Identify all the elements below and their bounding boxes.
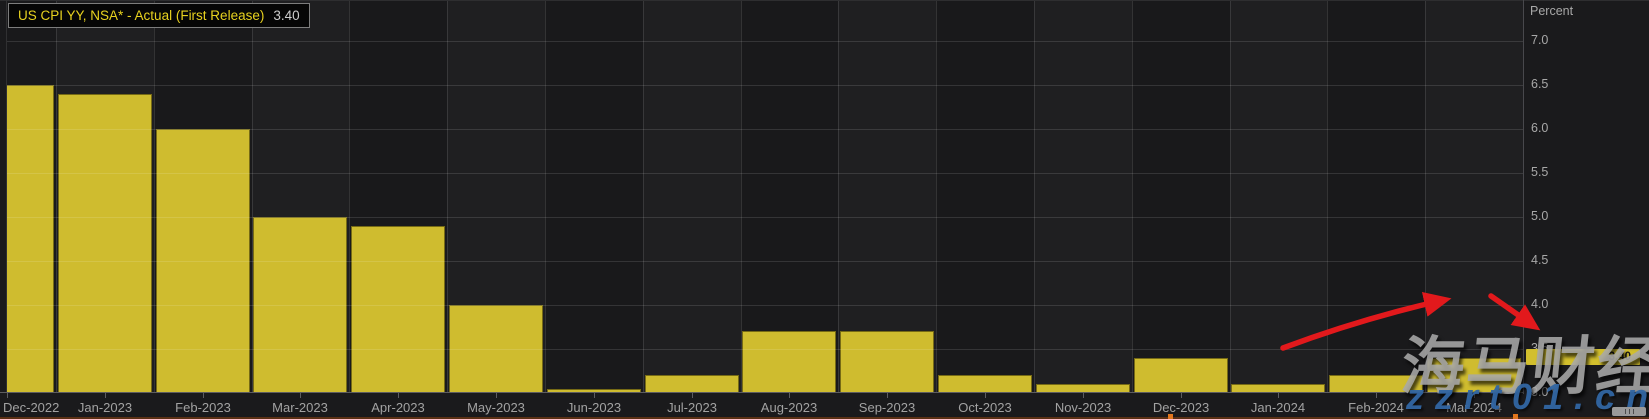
x-tick [496, 393, 497, 398]
x-label-Oct-2023: Oct-2023 [958, 400, 1011, 415]
plot-area [7, 0, 1523, 393]
bar-Apr-2023[interactable] [351, 226, 445, 393]
x-tick [1083, 393, 1084, 398]
x-label-Jul-2023: Jul-2023 [667, 400, 717, 415]
horizontal-gridline [7, 129, 1523, 130]
vertical-gridline [936, 0, 937, 393]
vertical-gridline [56, 0, 57, 393]
horizontal-gridline [7, 261, 1523, 262]
y-label-5.5: 5.5 [1531, 164, 1548, 180]
bottom-orange-tick [1168, 414, 1173, 419]
x-tick [594, 393, 595, 398]
vertical-gridline [154, 0, 155, 393]
x-label-Sep-2023: Sep-2023 [859, 400, 915, 415]
horizontal-gridline [7, 85, 1523, 86]
x-tick [887, 393, 888, 398]
vertical-gridline [1132, 0, 1133, 393]
vertical-gridline [741, 0, 742, 393]
vertical-gridline [545, 0, 546, 393]
horizontal-gridline [7, 217, 1523, 218]
bar-Sep-2023[interactable] [840, 331, 934, 393]
vertical-gridline [349, 0, 350, 393]
y-axis-unit-label: Percent [1530, 4, 1573, 18]
horizontal-gridline [7, 173, 1523, 174]
vertical-gridline [838, 0, 839, 393]
vertical-gridline [1230, 0, 1231, 393]
series-latest-value: 3.40 [273, 8, 299, 23]
scrollbar-handle[interactable] [1612, 407, 1646, 416]
x-tick [985, 393, 986, 398]
x-tick [789, 393, 790, 398]
plot-column-shade [643, 0, 741, 393]
y-label-4.5: 4.5 [1531, 252, 1548, 268]
plot-column-shade [1034, 0, 1132, 393]
x-tick [7, 393, 8, 398]
horizontal-gridline [7, 349, 1523, 350]
x-tick [1181, 393, 1182, 398]
horizontal-gridline [7, 305, 1523, 306]
vertical-gridline [1327, 0, 1328, 393]
x-label-Dec-2023: Dec-2023 [1153, 400, 1209, 415]
bar-Jul-2023[interactable] [645, 375, 739, 393]
x-tick [1278, 393, 1279, 398]
y-label-5.0: 5.0 [1531, 208, 1548, 224]
y-label-4.0: 4.0 [1531, 296, 1548, 312]
cpi-bar-chart: Percent US CPI YY, NSA* - Actual (First … [0, 0, 1649, 419]
vertical-gridline [643, 0, 644, 393]
x-tick [398, 393, 399, 398]
y-label-6.0: 6.0 [1531, 120, 1548, 136]
x-label-Apr-2023: Apr-2023 [371, 400, 424, 415]
vertical-gridline [447, 0, 448, 393]
bar-Oct-2023[interactable] [938, 375, 1032, 393]
x-label-Feb-2023: Feb-2023 [175, 400, 231, 415]
vertical-gridline [1034, 0, 1035, 393]
plot-column-shade [1230, 0, 1328, 393]
horizontal-gridline [7, 41, 1523, 42]
x-tick [105, 393, 106, 398]
x-label-Jan-2024: Jan-2024 [1251, 400, 1305, 415]
bar-Dec-2023[interactable] [1134, 358, 1228, 393]
x-label-Nov-2023: Nov-2023 [1055, 400, 1111, 415]
x-tick [1376, 393, 1377, 398]
bar-Aug-2023[interactable] [742, 331, 836, 393]
top-border [0, 0, 1649, 1]
x-tick [300, 393, 301, 398]
x-label-Jan-2023: Jan-2023 [78, 400, 132, 415]
y-label-7.0: 7.0 [1531, 32, 1548, 48]
series-title: US CPI YY, NSA* - Actual (First Release) [18, 8, 264, 23]
x-label-Dec-2022: Dec-2022 [3, 400, 59, 415]
x-label-Mar-2023: Mar-2023 [272, 400, 328, 415]
x-tick [692, 393, 693, 398]
x-axis-line [0, 392, 1523, 393]
x-tick [203, 393, 204, 398]
bar-Dec-2022[interactable] [7, 85, 54, 393]
x-label-Feb-2024: Feb-2024 [1348, 400, 1404, 415]
x-label-Aug-2023: Aug-2023 [761, 400, 817, 415]
vertical-gridline [252, 0, 253, 393]
series-legend-box[interactable]: US CPI YY, NSA* - Actual (First Release)… [8, 3, 310, 28]
y-label-6.5: 6.5 [1531, 76, 1548, 92]
x-label-Jun-2023: Jun-2023 [567, 400, 621, 415]
x-label-May-2023: May-2023 [467, 400, 525, 415]
bottom-orange-tick [1513, 414, 1518, 419]
